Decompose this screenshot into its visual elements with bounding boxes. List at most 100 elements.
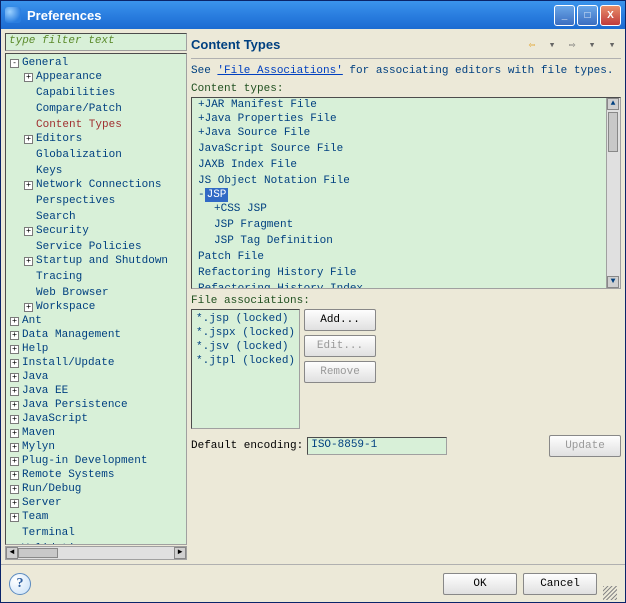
ct-item-java-source[interactable]: Java Source File (205, 126, 311, 140)
tree-item-team[interactable]: Team (22, 510, 48, 524)
tree-item-java-ee[interactable]: Java EE (22, 384, 68, 398)
tree-item-network[interactable]: Network Connections (36, 178, 161, 192)
file-associations-link[interactable]: 'File Associations' (217, 65, 342, 77)
tree-item-run-debug[interactable]: Run/Debug (22, 482, 81, 496)
expand-icon[interactable]: + (24, 257, 33, 266)
tree-item-general[interactable]: General (22, 56, 68, 70)
maximize-button[interactable]: □ (577, 5, 598, 26)
ct-item-js-object-notation[interactable]: JS Object Notation File (198, 174, 350, 188)
nav-forward-icon[interactable]: ⇨ (563, 36, 581, 54)
expand-icon[interactable]: + (10, 331, 19, 340)
expand-icon[interactable]: + (10, 513, 19, 522)
filter-input[interactable]: type filter text (5, 33, 187, 51)
tree-item-javascript[interactable]: JavaScript (22, 412, 88, 426)
expand-icon[interactable]: + (198, 126, 205, 140)
tree-item-capabilities[interactable]: Capabilities (36, 86, 115, 100)
content-types-tree[interactable]: +JAR Manifest File +Java Properties File… (191, 97, 621, 289)
tree-item-remote-systems[interactable]: Remote Systems (22, 468, 114, 482)
file-assoc-item[interactable]: *.jsp (locked) (196, 312, 295, 326)
content-types-vscroll[interactable]: ▲ ▼ (606, 98, 620, 288)
expand-icon[interactable]: + (24, 181, 33, 190)
expand-icon[interactable]: + (10, 387, 19, 396)
scroll-thumb[interactable] (18, 548, 58, 558)
ct-item-java-properties[interactable]: Java Properties File (205, 112, 337, 126)
ct-item-patch-file[interactable]: Patch File (198, 250, 264, 264)
close-button[interactable]: X (600, 5, 621, 26)
tree-item-appearance[interactable]: Appearance (36, 70, 102, 84)
tree-item-ant[interactable]: Ant (22, 314, 42, 328)
scroll-up-icon[interactable]: ▲ (607, 98, 619, 110)
scroll-down-icon[interactable]: ▼ (607, 276, 619, 288)
file-assoc-list[interactable]: *.jsp (locked) *.jspx (locked) *.jsv (lo… (191, 309, 300, 429)
expand-icon[interactable]: + (24, 73, 33, 82)
tree-item-plugin-dev[interactable]: Plug-in Development (22, 454, 147, 468)
nav-back-icon[interactable]: ⇦ (523, 36, 541, 54)
tree-item-startup[interactable]: Startup and Shutdown (36, 254, 168, 268)
tree-item-workspace[interactable]: Workspace (36, 300, 95, 314)
tree-item-data-management[interactable]: Data Management (22, 328, 121, 342)
scroll-left-icon[interactable]: ◄ (6, 547, 18, 559)
expand-icon[interactable]: + (214, 202, 221, 216)
tree-item-compare-patch[interactable]: Compare/Patch (36, 102, 122, 116)
ct-item-javascript-source[interactable]: JavaScript Source File (198, 142, 343, 156)
expand-icon[interactable]: + (24, 135, 33, 144)
tree-item-search[interactable]: Search (36, 210, 76, 224)
tree-item-java-persistence[interactable]: Java Persistence (22, 398, 128, 412)
expand-icon[interactable]: + (198, 112, 205, 126)
expand-icon[interactable]: + (10, 317, 19, 326)
update-button[interactable]: Update (549, 435, 621, 457)
titlebar[interactable]: Preferences _ □ X (1, 1, 625, 29)
tree-item-mylyn[interactable]: Mylyn (22, 440, 55, 454)
tree-item-content-types[interactable]: Content Types (36, 118, 122, 132)
expand-icon[interactable]: + (10, 443, 19, 452)
menu-icon[interactable]: ▾ (603, 36, 621, 54)
tree-item-validation[interactable]: Validation (22, 542, 88, 545)
resize-grip-icon[interactable] (603, 586, 617, 600)
minimize-button[interactable]: _ (554, 5, 575, 26)
tree-item-maven[interactable]: Maven (22, 426, 55, 440)
tree-item-server[interactable]: Server (22, 496, 62, 510)
dropdown-icon[interactable]: ▾ (583, 36, 601, 54)
tree-item-editors[interactable]: Editors (36, 132, 82, 146)
tree-item-perspectives[interactable]: Perspectives (36, 194, 115, 208)
dropdown-icon[interactable]: ▾ (543, 36, 561, 54)
remove-button[interactable]: Remove (304, 361, 376, 383)
expand-icon[interactable]: + (10, 485, 19, 494)
expand-icon[interactable]: + (10, 359, 19, 368)
tree-item-tracing[interactable]: Tracing (36, 270, 82, 284)
expand-icon[interactable]: + (24, 227, 33, 236)
tree-item-terminal[interactable]: Terminal (22, 526, 75, 540)
collapse-icon[interactable]: - (10, 59, 19, 68)
tree-item-install-update[interactable]: Install/Update (22, 356, 114, 370)
cancel-button[interactable]: Cancel (523, 573, 597, 595)
ct-item-jaxb-index[interactable]: JAXB Index File (198, 158, 297, 172)
tree-item-globalization[interactable]: Globalization (36, 148, 122, 162)
expand-icon[interactable]: + (10, 429, 19, 438)
preferences-tree[interactable]: -General +Appearance Capabilities Compar… (5, 53, 187, 545)
tree-item-java[interactable]: Java (22, 370, 48, 384)
expand-icon[interactable]: + (10, 471, 19, 480)
expand-icon[interactable]: + (24, 303, 33, 312)
tree-item-keys[interactable]: Keys (36, 164, 62, 178)
expand-icon[interactable]: + (10, 401, 19, 410)
ct-item-refactoring-file[interactable]: Refactoring History File (198, 266, 356, 280)
tree-item-help[interactable]: Help (22, 342, 48, 356)
ok-button[interactable]: OK (443, 573, 517, 595)
help-icon[interactable]: ? (9, 573, 31, 595)
ct-item-jsp-tag-def[interactable]: JSP Tag Definition (214, 234, 333, 248)
scroll-thumb[interactable] (608, 112, 618, 152)
collapse-icon[interactable]: - (198, 188, 205, 202)
tree-item-security[interactable]: Security (36, 224, 89, 238)
tree-item-web-browser[interactable]: Web Browser (36, 286, 109, 300)
expand-icon[interactable]: + (10, 345, 19, 354)
tree-item-service-policies[interactable]: Service Policies (36, 240, 142, 254)
ct-item-jsp[interactable]: JSP (205, 188, 229, 202)
default-encoding-input[interactable]: ISO-8859-1 (307, 437, 447, 455)
file-assoc-item[interactable]: *.jspx (locked) (196, 326, 295, 340)
add-button[interactable]: Add... (304, 309, 376, 331)
expand-icon[interactable]: + (198, 98, 205, 112)
file-assoc-item[interactable]: *.jtpl (locked) (196, 354, 295, 368)
edit-button[interactable]: Edit... (304, 335, 376, 357)
scroll-right-icon[interactable]: ► (174, 547, 186, 559)
ct-item-css-jsp[interactable]: CSS JSP (221, 202, 267, 216)
